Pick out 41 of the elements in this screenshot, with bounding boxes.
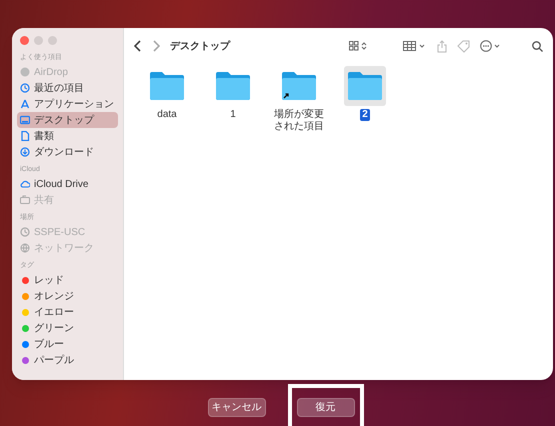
folder-icon[interactable] (149, 71, 185, 101)
folder-alias-icon[interactable] (281, 71, 317, 101)
forward-icon[interactable] (152, 40, 160, 52)
folder-icon[interactable] (215, 71, 251, 101)
sidebar-item[interactable]: ブルー (17, 336, 118, 352)
shared-folder-icon (20, 195, 30, 205)
search-icon[interactable] (532, 40, 543, 52)
sidebar-item[interactable]: iCloud Drive (17, 176, 118, 192)
more-icon[interactable] (480, 40, 502, 52)
file-name: 場所が変更された項目 (273, 109, 325, 133)
file-name: data (156, 109, 178, 121)
file-name: 1 (229, 109, 237, 121)
close-button[interactable] (20, 36, 29, 45)
sidebar-item[interactable]: オレンジ (17, 288, 118, 304)
download-icon (20, 147, 30, 157)
sidebar-item[interactable]: アプリケーション (17, 96, 118, 112)
sidebar-item[interactable]: イエロー (17, 304, 118, 320)
document-icon (20, 131, 30, 141)
tag-icon[interactable] (457, 40, 470, 52)
globe-icon (20, 243, 30, 253)
clock-icon (20, 227, 30, 237)
share-icon[interactable] (437, 40, 447, 52)
sidebar-item[interactable]: 最近の項目 (17, 80, 118, 96)
sidebar-item[interactable]: パープル (17, 352, 118, 368)
dialog-button[interactable]: 復元 (296, 398, 354, 417)
sidebar-item[interactable]: グリーン (17, 320, 118, 336)
sidebar-item[interactable]: レッド (17, 272, 118, 288)
dialog-button[interactable]: キャンセル (208, 398, 266, 417)
clock-icon (20, 83, 30, 93)
group-icon[interactable] (403, 41, 427, 51)
file-name: 2 (360, 109, 370, 121)
apps-icon (20, 99, 30, 109)
sidebar-item[interactable]: ダウンロード (17, 144, 118, 160)
back-icon[interactable] (134, 40, 142, 52)
folder-title: デスクトップ (170, 39, 230, 54)
sidebar-item[interactable]: デスクトップ (17, 112, 118, 128)
airdrop-icon (20, 67, 30, 77)
sidebar-item[interactable]: 書類 (17, 128, 118, 144)
desktop-icon (20, 115, 30, 125)
cloud-icon (20, 179, 30, 189)
icon-view-icon[interactable] (349, 41, 369, 51)
